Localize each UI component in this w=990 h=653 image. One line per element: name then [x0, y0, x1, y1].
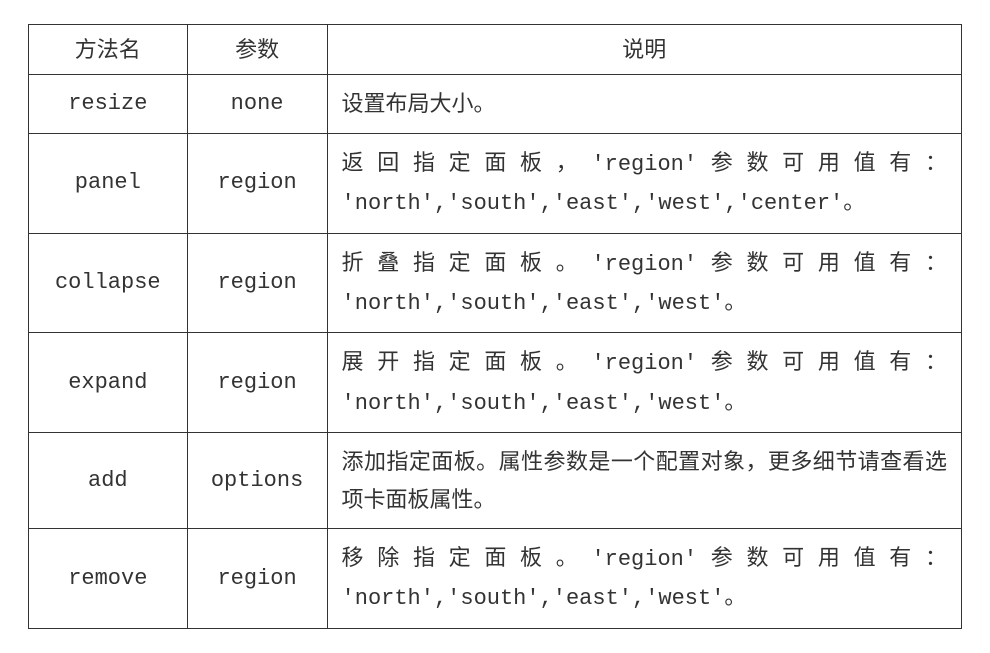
table-row: expandregion展开指定面板。'region'参数可用值有：'north… — [29, 333, 962, 433]
param-cell: options — [187, 433, 327, 529]
header-desc: 说明 — [327, 25, 961, 75]
header-param: 参数 — [187, 25, 327, 75]
desc-cell: 展开指定面板。'region'参数可用值有：'north','south','e… — [327, 333, 961, 433]
methods-table: 方法名 参数 说明 resizenone设置布局大小。panelregion返回… — [28, 24, 962, 629]
param-cell: region — [187, 528, 327, 628]
desc-cell: 移除指定面板。'region'参数可用值有：'north','south','e… — [327, 528, 961, 628]
table-header-row: 方法名 参数 说明 — [29, 25, 962, 75]
method-cell: remove — [29, 528, 188, 628]
desc-cell: 添加指定面板。属性参数是一个配置对象，更多细节请查看选项卡面板属性。 — [327, 433, 961, 529]
param-cell: none — [187, 75, 327, 133]
table-row: removeregion移除指定面板。'region'参数可用值有：'north… — [29, 528, 962, 628]
table-row: panelregion返回指定面板，'region'参数可用值有：'north'… — [29, 133, 962, 233]
table-row: addoptions添加指定面板。属性参数是一个配置对象，更多细节请查看选项卡面… — [29, 433, 962, 529]
table-row: resizenone设置布局大小。 — [29, 75, 962, 133]
param-cell: region — [187, 133, 327, 233]
method-cell: add — [29, 433, 188, 529]
method-cell: resize — [29, 75, 188, 133]
table-row: collapseregion折叠指定面板。'region'参数可用值有：'nor… — [29, 233, 962, 333]
desc-cell: 设置布局大小。 — [327, 75, 961, 133]
desc-cell: 返回指定面板，'region'参数可用值有：'north','south','e… — [327, 133, 961, 233]
method-cell: collapse — [29, 233, 188, 333]
method-cell: expand — [29, 333, 188, 433]
desc-cell: 折叠指定面板。'region'参数可用值有：'north','south','e… — [327, 233, 961, 333]
method-cell: panel — [29, 133, 188, 233]
param-cell: region — [187, 233, 327, 333]
param-cell: region — [187, 333, 327, 433]
header-method: 方法名 — [29, 25, 188, 75]
